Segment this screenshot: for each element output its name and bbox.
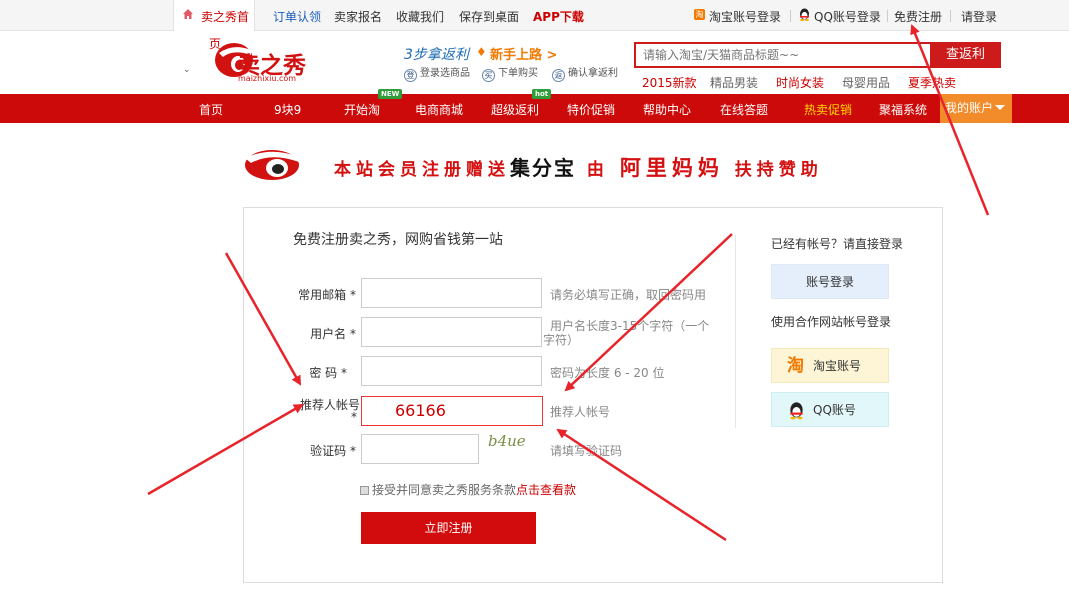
referrer-required-mark: *: [351, 410, 357, 424]
hot-badge: hot: [532, 89, 552, 99]
step-buy: 买下单购买: [482, 64, 538, 82]
email-hint: 请务必填写正确，取回密码用: [550, 288, 707, 302]
qq-login-link[interactable]: QQ账号登录: [814, 8, 881, 25]
form-title: 免费注册卖之秀，网购省钱第一站: [293, 232, 503, 248]
search-input[interactable]: [634, 42, 931, 68]
nav-item-hot-sale[interactable]: 热卖促销: [804, 101, 852, 118]
divider: [790, 10, 791, 22]
captcha-field[interactable]: [361, 434, 479, 464]
taobao-login-link[interactable]: 淘宝账号登录: [709, 8, 781, 25]
banner-logo: [245, 150, 299, 180]
step-rebate: 返确认拿返利: [552, 64, 618, 82]
save-desktop-link[interactable]: 保存到桌面: [459, 8, 519, 25]
step-label: 确认拿返利: [568, 68, 618, 79]
username-field[interactable]: [361, 317, 542, 347]
banner-part: 本站会员注册赠送: [334, 160, 510, 180]
caret-down-icon: [995, 105, 1006, 110]
terms-agreement: 接受并同意卖之秀服务条款点击查看款: [360, 481, 576, 498]
logo-url-text: maizhixiu.com: [238, 74, 297, 83]
banner-part: 集分宝: [510, 156, 576, 180]
step-login: 登登录选商品: [404, 64, 470, 82]
qq-login-button[interactable]: QQ账号: [771, 392, 889, 427]
banner-part: 由: [586, 160, 609, 180]
free-register-link[interactable]: 免费注册: [894, 8, 942, 25]
terms-text: 接受并同意卖之秀服务条款: [372, 483, 517, 497]
promo-3-steps[interactable]: 3步拿返利: [404, 44, 469, 64]
step-label: 登录选商品: [420, 68, 470, 79]
nav-item-specials[interactable]: 特价促销: [567, 101, 615, 118]
username-hint-2: 字符）: [543, 333, 580, 347]
email-label: 常用邮箱 *: [298, 288, 356, 302]
new-badge: NEW: [378, 89, 403, 99]
newbie-guide-link[interactable]: 新手上路 >: [490, 44, 557, 63]
top-bar: 卖之秀首 订单认领 卖家报名 收藏我们 保存到桌面 APP下载 淘 淘宝账号登录…: [0, 0, 1069, 31]
qq-login-label: QQ账号: [813, 403, 856, 417]
nav-item-start-tao[interactable]: 开始淘: [344, 101, 380, 118]
banner-slogan: 本站会员注册赠送集分宝 由 阿里妈妈 扶持赞助: [334, 152, 823, 182]
terms-checkbox[interactable]: [360, 486, 369, 495]
password-label: 密 码 *: [309, 366, 347, 380]
taobao-login-button[interactable]: 淘 淘宝账号: [771, 348, 889, 383]
nav-item-super-rebate[interactable]: 超级返利: [491, 101, 539, 118]
hot-keyword[interactable]: 精品男装: [710, 74, 758, 91]
taobao-login-label: 淘宝账号: [813, 359, 862, 373]
username-label: 用户名 *: [310, 327, 356, 341]
my-account-label: 我的账户: [945, 101, 994, 115]
hot-keyword[interactable]: 夏季热卖: [908, 74, 956, 91]
page-root: 卖之秀首 订单认领 卖家报名 收藏我们 保存到桌面 APP下载 淘 淘宝账号登录…: [0, 0, 1069, 589]
taobao-icon: 淘: [694, 9, 705, 20]
order-claim-link[interactable]: 订单认领: [273, 8, 321, 25]
step-icon: 登: [404, 69, 417, 82]
my-account-menu[interactable]: 我的账户: [940, 94, 1012, 123]
step-icon: 返: [552, 69, 565, 82]
banner-part: 扶持赞助: [734, 160, 823, 180]
banner-part: 阿里妈妈: [619, 156, 724, 180]
password-field[interactable]: [361, 356, 542, 386]
terms-link[interactable]: 点击查看款: [516, 483, 576, 497]
home-tab[interactable]: 卖之秀首: [173, 0, 255, 31]
divider: [950, 10, 951, 22]
qq-penguin-icon: [790, 402, 803, 420]
captcha-label: 验证码 *: [310, 444, 356, 458]
captcha-hint: 请填写验证码: [550, 444, 623, 458]
home-tab-label: 卖之秀首: [201, 10, 250, 24]
taobao-icon: 淘: [787, 356, 804, 376]
account-login-button[interactable]: 账号登录: [771, 264, 889, 299]
hot-keyword[interactable]: 时尚女装: [776, 74, 824, 91]
app-download-link[interactable]: APP下载: [533, 8, 584, 25]
nav-item-mall[interactable]: 电商商城: [415, 101, 463, 118]
partner-login-prompt: 使用合作网站帐号登录: [771, 315, 892, 329]
divider: [887, 10, 888, 22]
captcha-image[interactable]: b4ue: [488, 432, 526, 450]
nav-item-home[interactable]: 首页: [199, 101, 223, 118]
register-button[interactable]: 立即注册: [361, 512, 536, 544]
referrer-hint: 推荐人帐号: [550, 405, 611, 419]
panel-divider: [735, 235, 736, 428]
login-prompt: 已经有帐号？请直接登录: [771, 237, 904, 251]
password-hint: 密码为长度 6 - 20 位: [550, 366, 665, 380]
nav-item-quiz[interactable]: 在线答题: [720, 101, 768, 118]
nav-item-jufu[interactable]: 聚福系统: [879, 101, 927, 118]
main-nav: 首页 9块9 开始淘 NEW 电商商城 超级返利 hot 特价促销 帮助中心 在…: [0, 89, 1069, 123]
login-link[interactable]: 请登录: [961, 8, 997, 25]
nav-item-9-9[interactable]: 9块9: [274, 101, 301, 118]
referrer-field[interactable]: 66166: [361, 396, 543, 426]
hot-keyword[interactable]: 母婴用品: [842, 74, 890, 91]
bookmark-link[interactable]: 收藏我们: [396, 8, 444, 25]
step-icon: 买: [482, 69, 495, 82]
hot-keyword[interactable]: 2015新款: [642, 74, 697, 91]
home-icon: [183, 9, 193, 19]
email-field[interactable]: [361, 278, 542, 308]
tip-icon: ♦: [476, 45, 487, 59]
search-button[interactable]: 查返利: [930, 42, 1001, 68]
qq-penguin-icon: [800, 8, 809, 21]
step-label: 下单购买: [498, 68, 538, 79]
seller-signup-link[interactable]: 卖家报名: [334, 8, 382, 25]
nav-item-help[interactable]: 帮助中心: [643, 101, 691, 118]
site-logo[interactable]: 卖之秀 maizhixiu.com: [213, 38, 328, 86]
small-caret-icon: ⌄: [183, 65, 191, 75]
